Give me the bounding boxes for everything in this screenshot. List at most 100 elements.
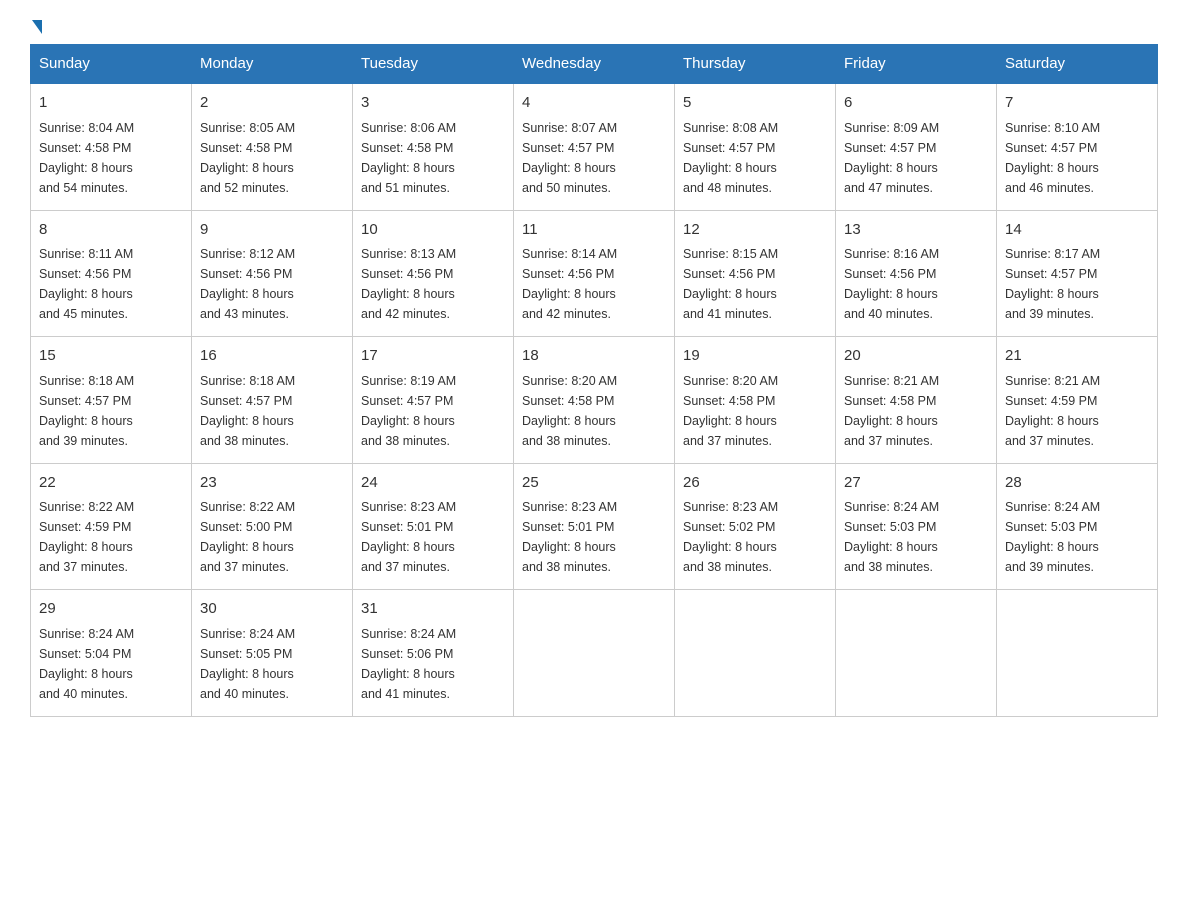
day-info: Sunrise: 8:08 AMSunset: 4:57 PMDaylight:…	[683, 118, 827, 198]
day-info: Sunrise: 8:24 AMSunset: 5:05 PMDaylight:…	[200, 624, 344, 704]
empty-cell	[836, 590, 997, 717]
day-number: 24	[361, 472, 505, 495]
day-number: 31	[361, 598, 505, 621]
day-info: Sunrise: 8:18 AMSunset: 4:57 PMDaylight:…	[200, 371, 344, 451]
day-info: Sunrise: 8:07 AMSunset: 4:57 PMDaylight:…	[522, 118, 666, 198]
weekday-header-wednesday: Wednesday	[514, 45, 675, 84]
day-number: 18	[522, 345, 666, 368]
calendar-table: SundayMondayTuesdayWednesdayThursdayFrid…	[30, 44, 1158, 717]
day-number: 27	[844, 472, 988, 495]
calendar-week-row-4: 22 Sunrise: 8:22 AMSunset: 4:59 PMDaylig…	[31, 463, 1158, 590]
calendar-day-6: 6 Sunrise: 8:09 AMSunset: 4:57 PMDayligh…	[836, 83, 997, 210]
day-number: 4	[522, 92, 666, 115]
weekday-header-thursday: Thursday	[675, 45, 836, 84]
day-info: Sunrise: 8:22 AMSunset: 5:00 PMDaylight:…	[200, 497, 344, 577]
day-number: 28	[1005, 472, 1149, 495]
day-info: Sunrise: 8:22 AMSunset: 4:59 PMDaylight:…	[39, 497, 183, 577]
day-number: 8	[39, 219, 183, 242]
day-number: 11	[522, 219, 666, 242]
calendar-day-5: 5 Sunrise: 8:08 AMSunset: 4:57 PMDayligh…	[675, 83, 836, 210]
day-number: 14	[1005, 219, 1149, 242]
day-number: 12	[683, 219, 827, 242]
day-number: 22	[39, 472, 183, 495]
calendar-day-11: 11 Sunrise: 8:14 AMSunset: 4:56 PMDaylig…	[514, 210, 675, 337]
calendar-day-20: 20 Sunrise: 8:21 AMSunset: 4:58 PMDaylig…	[836, 337, 997, 464]
calendar-day-2: 2 Sunrise: 8:05 AMSunset: 4:58 PMDayligh…	[192, 83, 353, 210]
day-number: 25	[522, 472, 666, 495]
day-number: 13	[844, 219, 988, 242]
empty-cell	[997, 590, 1158, 717]
calendar-day-23: 23 Sunrise: 8:22 AMSunset: 5:00 PMDaylig…	[192, 463, 353, 590]
calendar-week-row-2: 8 Sunrise: 8:11 AMSunset: 4:56 PMDayligh…	[31, 210, 1158, 337]
calendar-day-4: 4 Sunrise: 8:07 AMSunset: 4:57 PMDayligh…	[514, 83, 675, 210]
calendar-day-28: 28 Sunrise: 8:24 AMSunset: 5:03 PMDaylig…	[997, 463, 1158, 590]
calendar-week-row-3: 15 Sunrise: 8:18 AMSunset: 4:57 PMDaylig…	[31, 337, 1158, 464]
day-info: Sunrise: 8:14 AMSunset: 4:56 PMDaylight:…	[522, 244, 666, 324]
day-number: 26	[683, 472, 827, 495]
day-info: Sunrise: 8:13 AMSunset: 4:56 PMDaylight:…	[361, 244, 505, 324]
day-info: Sunrise: 8:10 AMSunset: 4:57 PMDaylight:…	[1005, 118, 1149, 198]
weekday-header-monday: Monday	[192, 45, 353, 84]
day-info: Sunrise: 8:20 AMSunset: 4:58 PMDaylight:…	[522, 371, 666, 451]
page-header	[30, 20, 1158, 34]
calendar-day-24: 24 Sunrise: 8:23 AMSunset: 5:01 PMDaylig…	[353, 463, 514, 590]
calendar-day-1: 1 Sunrise: 8:04 AMSunset: 4:58 PMDayligh…	[31, 83, 192, 210]
day-number: 9	[200, 219, 344, 242]
calendar-day-12: 12 Sunrise: 8:15 AMSunset: 4:56 PMDaylig…	[675, 210, 836, 337]
calendar-day-31: 31 Sunrise: 8:24 AMSunset: 5:06 PMDaylig…	[353, 590, 514, 717]
calendar-day-29: 29 Sunrise: 8:24 AMSunset: 5:04 PMDaylig…	[31, 590, 192, 717]
weekday-header-sunday: Sunday	[31, 45, 192, 84]
day-info: Sunrise: 8:24 AMSunset: 5:03 PMDaylight:…	[1005, 497, 1149, 577]
calendar-day-7: 7 Sunrise: 8:10 AMSunset: 4:57 PMDayligh…	[997, 83, 1158, 210]
calendar-day-26: 26 Sunrise: 8:23 AMSunset: 5:02 PMDaylig…	[675, 463, 836, 590]
calendar-day-14: 14 Sunrise: 8:17 AMSunset: 4:57 PMDaylig…	[997, 210, 1158, 337]
day-number: 3	[361, 92, 505, 115]
calendar-week-row-1: 1 Sunrise: 8:04 AMSunset: 4:58 PMDayligh…	[31, 83, 1158, 210]
day-info: Sunrise: 8:21 AMSunset: 4:59 PMDaylight:…	[1005, 371, 1149, 451]
day-info: Sunrise: 8:06 AMSunset: 4:58 PMDaylight:…	[361, 118, 505, 198]
weekday-header-row: SundayMondayTuesdayWednesdayThursdayFrid…	[31, 45, 1158, 84]
day-info: Sunrise: 8:05 AMSunset: 4:58 PMDaylight:…	[200, 118, 344, 198]
day-info: Sunrise: 8:20 AMSunset: 4:58 PMDaylight:…	[683, 371, 827, 451]
day-number: 16	[200, 345, 344, 368]
logo-triangle-icon	[32, 20, 42, 34]
calendar-day-10: 10 Sunrise: 8:13 AMSunset: 4:56 PMDaylig…	[353, 210, 514, 337]
calendar-day-15: 15 Sunrise: 8:18 AMSunset: 4:57 PMDaylig…	[31, 337, 192, 464]
day-number: 7	[1005, 92, 1149, 115]
calendar-day-18: 18 Sunrise: 8:20 AMSunset: 4:58 PMDaylig…	[514, 337, 675, 464]
day-info: Sunrise: 8:17 AMSunset: 4:57 PMDaylight:…	[1005, 244, 1149, 324]
day-info: Sunrise: 8:21 AMSunset: 4:58 PMDaylight:…	[844, 371, 988, 451]
day-info: Sunrise: 8:04 AMSunset: 4:58 PMDaylight:…	[39, 118, 183, 198]
day-number: 23	[200, 472, 344, 495]
calendar-day-30: 30 Sunrise: 8:24 AMSunset: 5:05 PMDaylig…	[192, 590, 353, 717]
logo	[30, 20, 42, 34]
day-info: Sunrise: 8:15 AMSunset: 4:56 PMDaylight:…	[683, 244, 827, 324]
day-info: Sunrise: 8:16 AMSunset: 4:56 PMDaylight:…	[844, 244, 988, 324]
calendar-day-8: 8 Sunrise: 8:11 AMSunset: 4:56 PMDayligh…	[31, 210, 192, 337]
day-info: Sunrise: 8:18 AMSunset: 4:57 PMDaylight:…	[39, 371, 183, 451]
day-number: 29	[39, 598, 183, 621]
calendar-day-19: 19 Sunrise: 8:20 AMSunset: 4:58 PMDaylig…	[675, 337, 836, 464]
day-number: 15	[39, 345, 183, 368]
weekday-header-tuesday: Tuesday	[353, 45, 514, 84]
day-number: 17	[361, 345, 505, 368]
day-number: 21	[1005, 345, 1149, 368]
calendar-day-13: 13 Sunrise: 8:16 AMSunset: 4:56 PMDaylig…	[836, 210, 997, 337]
day-info: Sunrise: 8:23 AMSunset: 5:01 PMDaylight:…	[361, 497, 505, 577]
weekday-header-saturday: Saturday	[997, 45, 1158, 84]
day-info: Sunrise: 8:23 AMSunset: 5:02 PMDaylight:…	[683, 497, 827, 577]
day-info: Sunrise: 8:24 AMSunset: 5:03 PMDaylight:…	[844, 497, 988, 577]
empty-cell	[675, 590, 836, 717]
day-info: Sunrise: 8:23 AMSunset: 5:01 PMDaylight:…	[522, 497, 666, 577]
day-number: 19	[683, 345, 827, 368]
day-info: Sunrise: 8:24 AMSunset: 5:06 PMDaylight:…	[361, 624, 505, 704]
calendar-day-9: 9 Sunrise: 8:12 AMSunset: 4:56 PMDayligh…	[192, 210, 353, 337]
calendar-day-16: 16 Sunrise: 8:18 AMSunset: 4:57 PMDaylig…	[192, 337, 353, 464]
day-number: 2	[200, 92, 344, 115]
day-number: 20	[844, 345, 988, 368]
day-number: 1	[39, 92, 183, 115]
calendar-day-21: 21 Sunrise: 8:21 AMSunset: 4:59 PMDaylig…	[997, 337, 1158, 464]
day-number: 5	[683, 92, 827, 115]
calendar-day-17: 17 Sunrise: 8:19 AMSunset: 4:57 PMDaylig…	[353, 337, 514, 464]
day-number: 10	[361, 219, 505, 242]
